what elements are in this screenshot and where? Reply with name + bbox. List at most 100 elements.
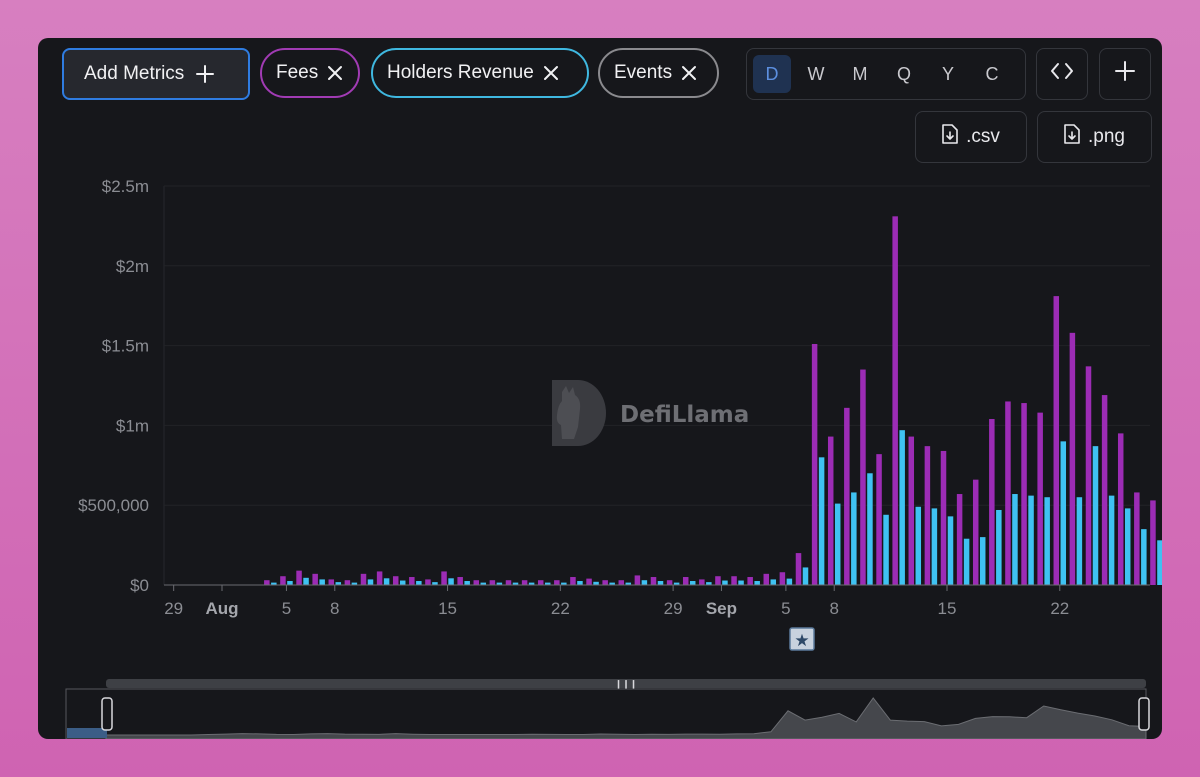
bar-fees — [473, 580, 480, 585]
star-icon: ★ — [794, 631, 809, 651]
bar-fees — [779, 572, 786, 585]
bar-holders-revenue — [1157, 540, 1162, 585]
bar-fees — [666, 580, 673, 585]
x-tick-label: 22 — [551, 599, 570, 618]
x-tick-label: 5 — [282, 599, 291, 618]
bar-holders-revenue — [416, 581, 422, 585]
y-tick-label: $1.5m — [102, 337, 149, 356]
y-tick-label: $2.5m — [102, 177, 149, 196]
watermark: DefiLlama — [552, 380, 749, 446]
bar-holders-revenue — [641, 580, 648, 585]
x-tick-label: 29 — [664, 599, 683, 618]
bar-fees — [972, 479, 979, 585]
bar-fees — [860, 369, 866, 585]
bar-fees — [650, 577, 657, 585]
bar-holders-revenue — [963, 538, 970, 585]
x-tick-label: 15 — [938, 599, 957, 618]
bar-holders-revenue — [287, 581, 293, 585]
bar-fees — [409, 577, 415, 585]
bar-holders-revenue — [689, 581, 696, 585]
bar-fees — [570, 577, 576, 585]
bar-holders-revenue — [802, 567, 809, 585]
bar-fees — [876, 454, 882, 585]
bar-holders-revenue — [947, 516, 954, 585]
bar-fees — [989, 419, 995, 585]
bar-fees — [296, 570, 302, 585]
bar-holders-revenue — [786, 578, 793, 585]
bar-fees — [602, 580, 608, 585]
bar-holders-revenue — [770, 579, 777, 585]
bar-holders-revenue — [738, 580, 744, 585]
bar-holders-revenue — [464, 581, 470, 585]
brush-area — [105, 697, 1147, 739]
bar-holders-revenue — [867, 473, 873, 585]
bar-fees — [1069, 332, 1076, 585]
bar-holders-revenue — [1108, 495, 1115, 585]
bar-fees — [795, 553, 802, 585]
bar-holders-revenue — [1012, 494, 1018, 585]
llama-logo-icon — [552, 380, 606, 446]
grid-lines — [163, 185, 1150, 585]
bar-holders-revenue — [367, 579, 374, 585]
bar-holders-revenue — [448, 578, 454, 585]
bar-fees — [1101, 395, 1108, 585]
chart-plot: DefiLlama $0 $500,000 $1m $1.5m $2m $2.5m 29 A… — [65, 177, 1162, 739]
bar-fees — [457, 577, 463, 585]
bar-fees — [827, 436, 834, 585]
bar-fees — [537, 580, 544, 585]
bar-fees — [554, 580, 560, 585]
bar-holders-revenue — [319, 579, 325, 585]
bar-fees — [956, 494, 963, 585]
bar-holders-revenue — [899, 430, 905, 585]
x-tick-label: Sep — [706, 599, 737, 618]
bar-fees — [892, 216, 898, 585]
bar-holders-revenue — [303, 577, 309, 585]
bar-holders-revenue — [754, 581, 760, 585]
bar-holders-revenue — [979, 537, 986, 585]
bar-holders-revenue — [577, 581, 583, 585]
bar-holders-revenue — [1076, 497, 1083, 585]
bar-fees — [505, 580, 512, 585]
bar-holders-revenue — [383, 578, 390, 585]
x-tick-label: 8 — [330, 599, 339, 618]
bar-holders-revenue — [1060, 441, 1067, 585]
bar-fees — [1150, 500, 1156, 585]
bar-fees — [747, 577, 753, 585]
y-tick-label: $0 — [130, 576, 149, 595]
x-tick-label: 29 — [164, 599, 183, 618]
x-tick-label: 22 — [1050, 599, 1069, 618]
bar-fees — [731, 576, 737, 585]
watermark-text: DefiLlama — [620, 402, 749, 428]
bar-holders-revenue — [996, 509, 1002, 585]
bar-fees — [489, 580, 496, 585]
y-axis: $0 $500,000 $1m $1.5m $2m $2.5m — [78, 177, 149, 595]
bar-fees — [1053, 296, 1060, 585]
bar-holders-revenue — [1028, 495, 1034, 585]
bar-holders-revenue — [883, 514, 889, 585]
y-tick-label: $2m — [116, 257, 149, 276]
bar-fees — [392, 576, 399, 585]
x-tick-label: 15 — [438, 599, 457, 618]
bar-fees — [908, 436, 915, 585]
brush-right-handle[interactable] — [1138, 697, 1150, 731]
x-tick-label: Aug — [205, 599, 238, 618]
bar-holders-revenue — [834, 503, 841, 585]
bar-fees — [264, 580, 270, 585]
bar-holders-revenue — [657, 581, 664, 585]
x-axis: 29 Aug 5 8 15 22 29 Sep 5 8 15 22 — [164, 584, 1150, 618]
bar-fees — [1085, 366, 1092, 585]
bar-fees — [441, 571, 447, 585]
bar-fees — [521, 580, 528, 585]
bar-holders-revenue — [818, 457, 825, 585]
bar-holders-revenue — [1141, 529, 1147, 585]
event-markers: ★ — [789, 627, 815, 651]
bar-holders-revenue — [1044, 497, 1050, 585]
bar-fees — [312, 573, 318, 585]
bar-fees — [1037, 412, 1043, 585]
bar-holders-revenue — [931, 508, 938, 585]
bar-fees — [1117, 433, 1124, 585]
brush-left-handle[interactable] — [101, 697, 113, 731]
bar-fees — [376, 571, 383, 585]
range-brush: ❙❙❙ — [65, 679, 1150, 739]
bar-holders-revenue — [915, 506, 922, 585]
